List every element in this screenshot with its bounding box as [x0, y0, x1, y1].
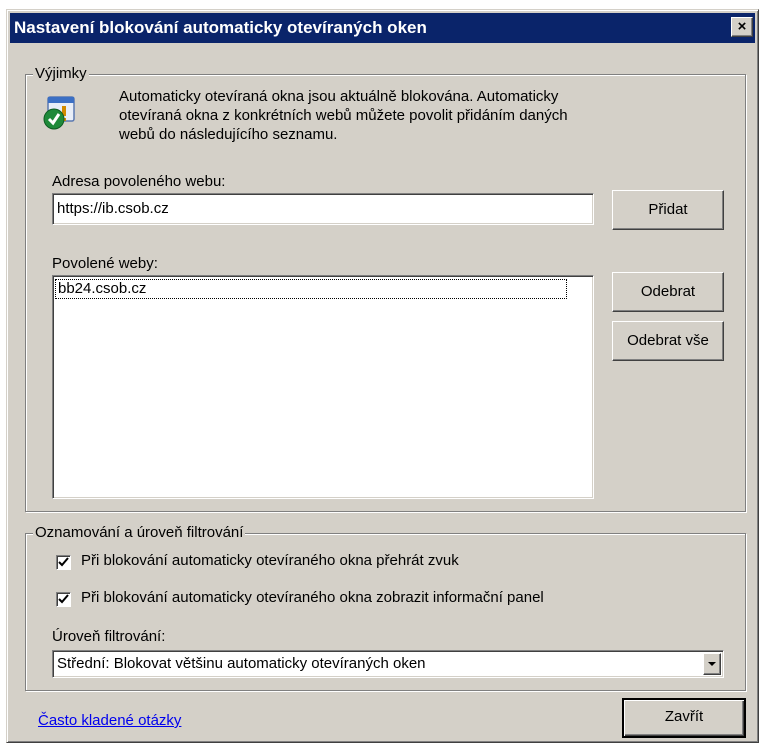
close-window-button[interactable]: ×: [731, 17, 753, 37]
notifications-legend: Oznamování a úroveň filtrování: [33, 524, 246, 541]
remove-button[interactable]: Odebrat: [612, 272, 724, 312]
chevron-down-icon: [708, 662, 716, 666]
play-sound-label[interactable]: Při blokování automaticky otevíraného ok…: [81, 552, 459, 569]
dropdown-button[interactable]: [703, 653, 721, 675]
add-button[interactable]: Přidat: [612, 190, 724, 230]
notifications-group: Oznamování a úroveň filtrování Při bloko…: [25, 524, 746, 691]
allowed-sites-label: Povolené weby:: [52, 255, 158, 272]
allowed-site-item-label: bb24.csob.cz: [58, 280, 147, 297]
address-label: Adresa povoleného webu:: [52, 173, 226, 190]
faq-link[interactable]: Často kladené otázky: [38, 712, 181, 729]
address-input[interactable]: https://ib.csob.cz: [52, 193, 594, 225]
allowed-sites-list[interactable]: bb24.csob.cz: [52, 275, 594, 499]
title-bar[interactable]: Nastavení blokování automaticky otevíran…: [10, 13, 755, 43]
show-infobar-label[interactable]: Při blokování automaticky otevíraného ok…: [81, 589, 544, 606]
show-infobar-checkbox[interactable]: [56, 592, 71, 607]
info-text: Automaticky otevíraná okna jsou aktuálně…: [119, 87, 568, 144]
exceptions-legend: Výjimky: [33, 65, 89, 82]
exceptions-group: Výjimky Automaticky otevíraná okna jsou …: [25, 65, 746, 512]
close-button[interactable]: Zavřít: [622, 698, 746, 738]
info-line-2: otevíraná okna z konkrétních webů můžete…: [119, 107, 568, 124]
address-input-value: https://ib.csob.cz: [57, 200, 169, 217]
filter-level-select[interactable]: Střední: Blokovat většinu automaticky ot…: [52, 650, 724, 678]
allowed-site-item[interactable]: bb24.csob.cz: [55, 279, 567, 299]
filter-level-value: Střední: Blokovat většinu automaticky ot…: [57, 655, 426, 672]
play-sound-checkbox[interactable]: [56, 555, 71, 570]
shield-check-icon: [42, 95, 76, 131]
info-line-3: webů do následujícího seznamu.: [119, 126, 338, 143]
remove-all-button[interactable]: Odebrat vše: [612, 321, 724, 361]
info-line-1: Automaticky otevíraná okna jsou aktuálně…: [119, 88, 559, 105]
popup-blocker-dialog: Nastavení blokování automaticky otevíran…: [6, 9, 759, 743]
window-title: Nastavení blokování automaticky otevíran…: [14, 18, 427, 37]
filter-level-label: Úroveň filtrování:: [52, 628, 166, 645]
